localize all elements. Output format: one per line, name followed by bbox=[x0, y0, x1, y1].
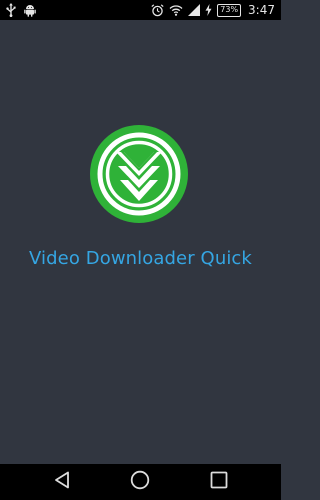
back-icon bbox=[54, 471, 70, 493]
recents-icon bbox=[210, 471, 228, 493]
app-title: Video Downloader Quick bbox=[29, 248, 252, 269]
home-icon bbox=[130, 470, 150, 494]
signal-icon bbox=[188, 4, 201, 16]
recents-button[interactable] bbox=[207, 470, 231, 494]
splash-screen: Video Downloader Quick bbox=[0, 20, 281, 464]
wifi-icon bbox=[169, 4, 183, 16]
battery-icon: 73% bbox=[217, 3, 242, 17]
home-button[interactable] bbox=[128, 470, 152, 494]
navigation-bar bbox=[0, 464, 281, 500]
charging-icon bbox=[205, 4, 212, 16]
status-bar: 73% 3:47 bbox=[0, 0, 281, 20]
battery-percent: 73 bbox=[220, 5, 231, 14]
alarm-icon bbox=[151, 3, 164, 17]
percent-sign: % bbox=[230, 5, 239, 14]
clock: 3:47 bbox=[248, 3, 275, 17]
download-chevrons-icon bbox=[89, 124, 189, 224]
back-button[interactable] bbox=[50, 470, 74, 494]
android-icon bbox=[24, 4, 36, 17]
usb-icon bbox=[6, 3, 16, 17]
